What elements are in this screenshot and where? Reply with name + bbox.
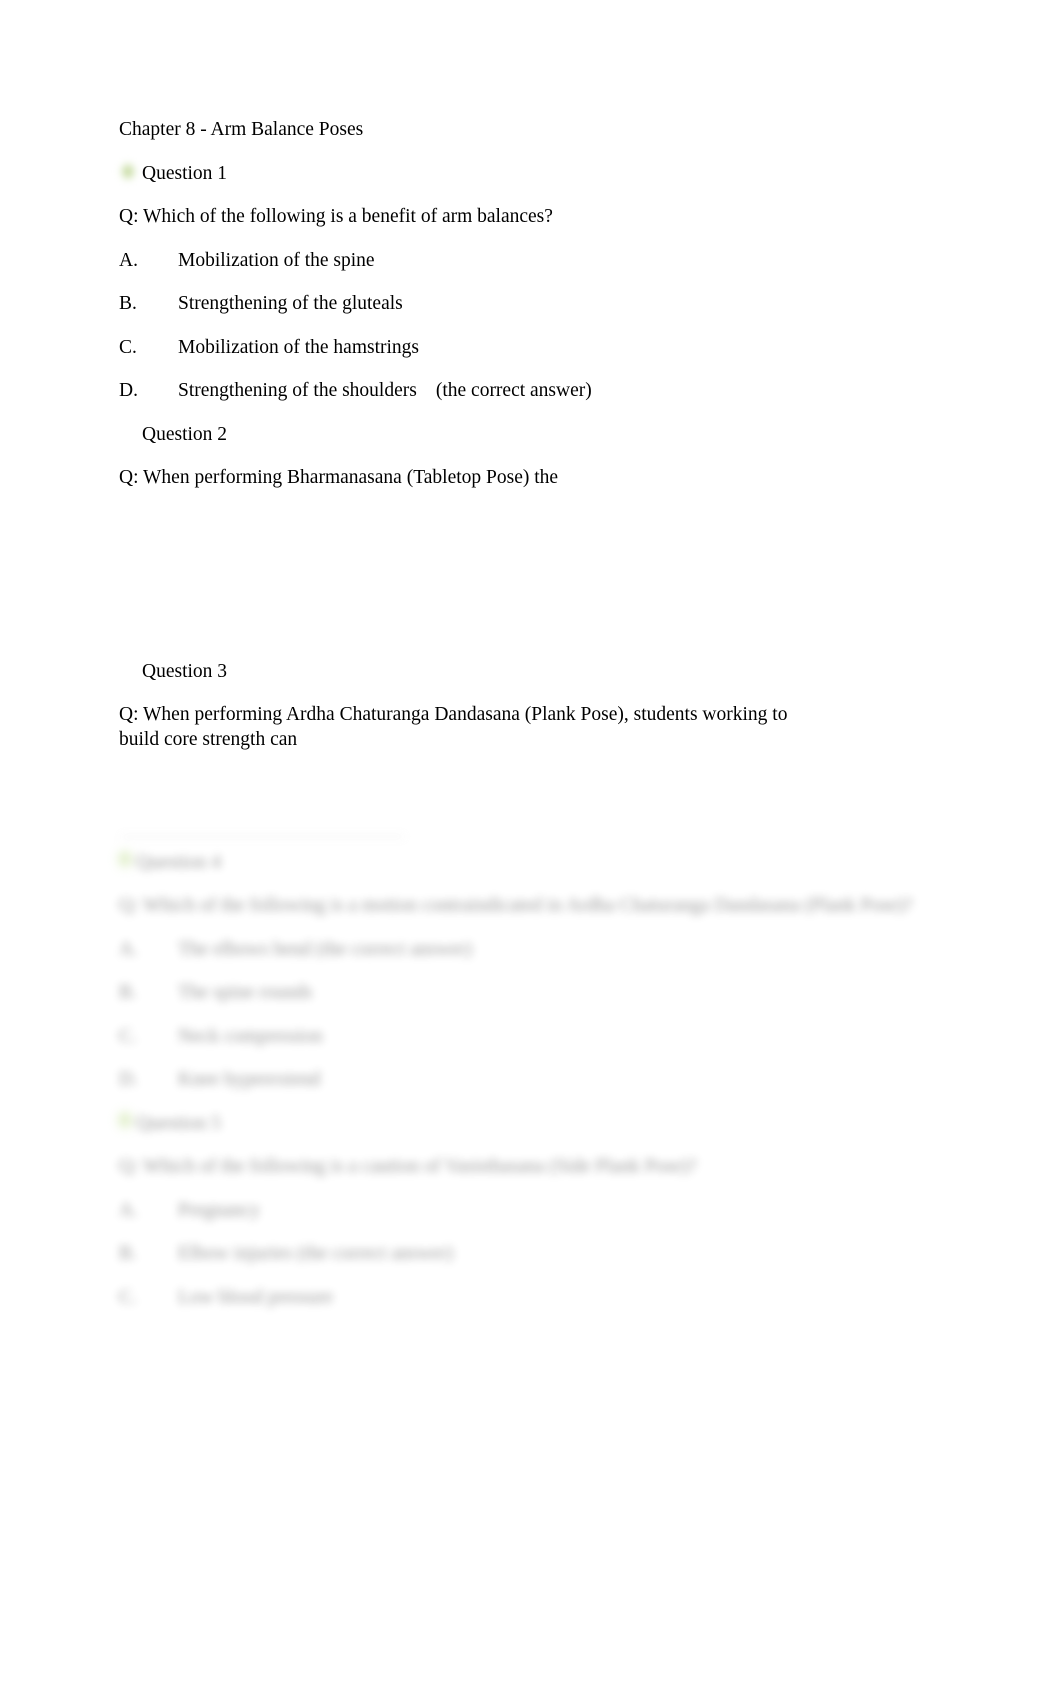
option-text: The spine rounds [178,982,313,1004]
green-highlight-marker-icon [115,847,135,871]
question-4-option-c: C. Neck compression [119,1025,919,1050]
question-4-option-d: D. Knee hyperextend [119,1068,919,1093]
question-1-option-b: B. Strengthening of the gluteals [119,292,949,317]
option-letter: C. [119,336,137,358]
question-2-heading: Question 2 [119,423,949,448]
question-3-label: Question 3 [142,660,228,682]
option-letter: A. [119,938,138,960]
option-text: Elbow injuries (the correct answer) [178,1243,454,1265]
page-title: Chapter 8 - Arm Balance Poses [119,119,364,140]
question-5-option-a: A. Pregnancy [119,1199,919,1224]
question-5-prompt: Q: Which of the following is a caution o… [119,1156,697,1178]
option-text: Neck compression [178,1025,323,1047]
option-letter: B. [119,293,137,315]
question-2-answer-spacer [119,510,949,660]
option-text: Mobilization of the spine [178,249,375,271]
question-1-option-c: C. Mobilization of the hamstrings [119,336,949,361]
question-4-label: Question 4 [136,852,222,873]
option-text: Low blood pressure [178,1286,333,1308]
question-5-label: Question 5 [136,1112,222,1134]
option-text: Knee hyperextend [178,1069,321,1091]
option-text: Strengthening of the gluteals [178,293,403,315]
option-text: Strengthening of the shoulders [178,380,417,402]
question-1-option-a: A. Mobilization of the spine [119,249,949,274]
question-3-prompt: Q: When performing Ardha Chaturanga Dand… [119,704,793,750]
question-4-prompt: Q: Which of the following is a motion co… [119,895,913,917]
option-letter: D. [119,380,138,402]
question-2-prompt: Q: When performing Bharmanasana (Tableto… [119,467,559,489]
option-text: The elbows bend (the correct answer) [178,938,472,960]
question-3-heading: Question 3 [119,660,949,685]
document-body: Chapter 8 - Arm Balance Poses Question 1… [117,118,949,753]
question-2-label: Question 2 [142,423,228,445]
document-page: Chapter 8 - Arm Balance Poses Question 1… [0,0,1062,1689]
option-letter: B. [119,1243,137,1265]
option-text: Pregnancy [178,1199,261,1221]
question-1-label: Question 1 [142,162,228,184]
question-4-heading: Question 4 [115,847,919,876]
blurred-continuation-section: Question 4 Q: Which of the following is … [115,836,919,1329]
question-4-option-b: B. The spine rounds [119,981,919,1006]
question-5-option-b: B. Elbow injuries (the correct answer) [119,1242,919,1267]
correct-answer-note: (the correct answer) [435,380,592,402]
question-4-option-a: A. The elbows bend (the correct answer) [119,938,919,963]
question-1-option-d: D. Strengthening of the shoulders (the c… [119,379,949,404]
option-letter: D. [119,1069,138,1091]
green-highlight-marker-icon [117,158,139,184]
section-divider [120,836,405,837]
option-letter: C. [119,1025,137,1047]
green-highlight-marker-icon [115,1107,135,1132]
option-letter: A. [119,249,138,271]
option-text: Mobilization of the hamstrings [178,336,420,358]
question-1-prompt: Q: Which of the following is a benefit o… [119,206,553,228]
question-1-heading: Question 1 [117,158,949,187]
question-5-heading: Question 5 [115,1107,919,1137]
question-5-option-c: C. Low blood pressure [119,1286,919,1311]
option-letter: B. [119,982,137,1004]
option-letter: A. [119,1199,138,1221]
option-letter: C. [119,1286,137,1308]
